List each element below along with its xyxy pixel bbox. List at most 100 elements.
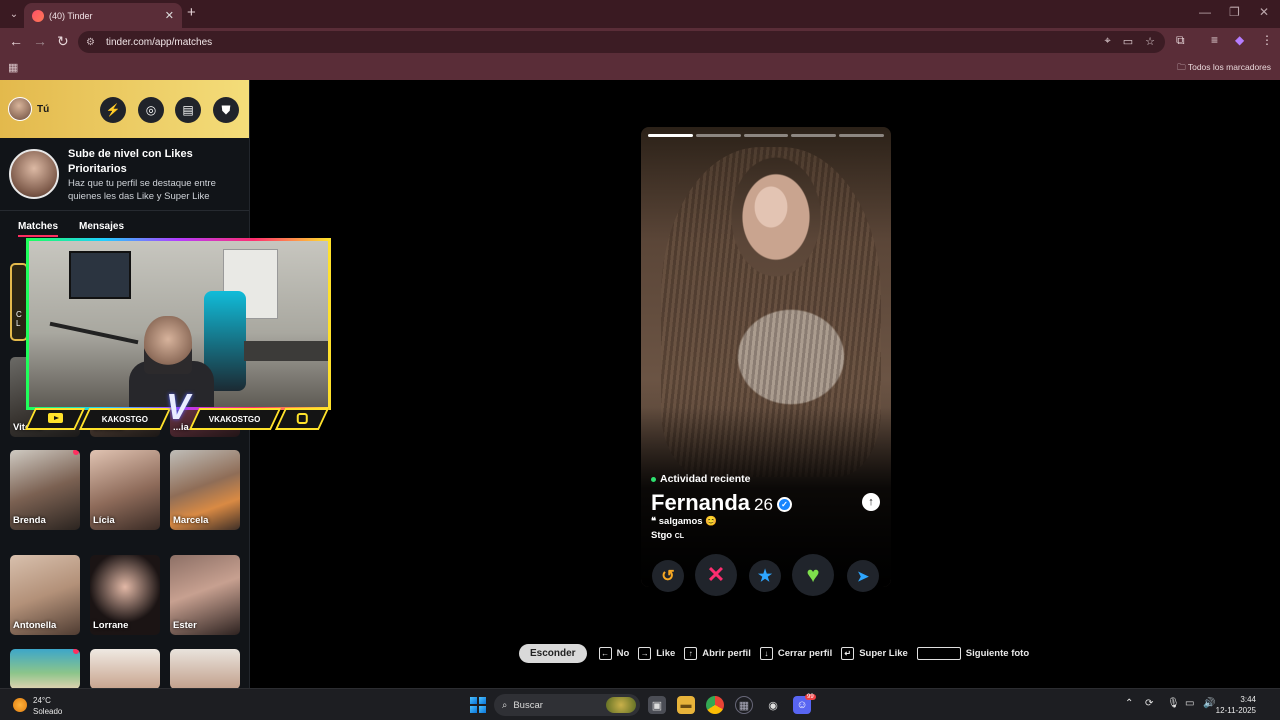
browser-tab[interactable]: (40) Tinder ✕ bbox=[24, 3, 182, 28]
site-info-icon[interactable]: ⚙ bbox=[86, 37, 100, 48]
all-bookmarks-button[interactable]: 🗀 Todos los marcadores bbox=[1177, 62, 1271, 76]
sun-icon[interactable] bbox=[13, 698, 27, 712]
match-card[interactable]: Antonella bbox=[10, 555, 80, 635]
bio-text: salgamos 😊 bbox=[658, 516, 718, 527]
photo-progress-segment[interactable] bbox=[791, 134, 837, 137]
match-card[interactable]: Brenda bbox=[10, 450, 80, 530]
photo-progress bbox=[648, 134, 884, 137]
weather-temp: 24°C bbox=[33, 696, 51, 705]
search-highlight-icon bbox=[606, 697, 636, 713]
super-like-button[interactable]: ★ bbox=[749, 560, 781, 592]
match-card[interactable]: Lícia bbox=[90, 450, 160, 530]
back-icon[interactable]: ← bbox=[9, 33, 23, 49]
match-card[interactable]: Lorrane bbox=[90, 555, 160, 635]
sidebar-header: Tú ⚡ ◎ ▤ ⛊ bbox=[0, 80, 249, 138]
weather-widget[interactable]: 24°C Soleado bbox=[33, 695, 62, 717]
tray-chevron-icon[interactable]: ⌃ bbox=[1125, 698, 1133, 709]
promo-subtitle: Haz que tu perfil se destaque entre quie… bbox=[68, 178, 216, 202]
open-profile-button[interactable]: ↑ bbox=[862, 493, 880, 511]
reload-icon[interactable]: ↻ bbox=[57, 33, 69, 50]
url-text: tinder.com/app/matches bbox=[106, 36, 213, 48]
right-tag: VKAKOSTGO bbox=[209, 414, 261, 424]
webcam-scene bbox=[244, 341, 328, 361]
explore-icon[interactable]: ◎ bbox=[138, 97, 164, 123]
bookmark-star-icon[interactable]: ☆ bbox=[1145, 35, 1155, 48]
photo-progress-segment[interactable] bbox=[695, 134, 741, 137]
address-bar[interactable]: ⚙ tinder.com/app/matches ⌖ ▭ ☆ bbox=[78, 31, 1165, 53]
start-button[interactable] bbox=[470, 697, 486, 713]
forward-icon[interactable]: → bbox=[33, 33, 47, 49]
sync-icon[interactable]: ⟳ bbox=[1145, 698, 1153, 709]
overlay-logo: V bbox=[166, 386, 191, 427]
work-mode-icon[interactable]: ▤ bbox=[175, 97, 201, 123]
restore-icon[interactable]: ❐ bbox=[1229, 5, 1240, 19]
shortcut-super-like: ↵ Super Like bbox=[841, 646, 908, 660]
hide-shortcuts-button[interactable]: Esconder bbox=[519, 643, 587, 663]
photo-progress-segment[interactable] bbox=[648, 134, 693, 137]
keyboard-shortcuts-bar: Esconder ← No → Like ↑ Abrir perfil ↓ Cerrar… bbox=[519, 643, 1038, 663]
promo-avatar bbox=[9, 149, 59, 199]
browser-titlebar: ⌄ (40) Tinder ✕ + — ❐ ✕ bbox=[0, 0, 1280, 28]
obs-icon[interactable]: ◉ bbox=[764, 696, 782, 714]
shortcut-label: Super Like bbox=[859, 647, 908, 659]
priority-likes-promo[interactable]: Sube de nivel con Likes Prioritarios Haz… bbox=[0, 138, 249, 211]
close-tab-icon[interactable]: ✕ bbox=[165, 9, 174, 22]
extensions-icon[interactable]: ⧉ bbox=[1176, 33, 1185, 48]
match-name: Marcela bbox=[173, 515, 209, 526]
like-button[interactable]: ♥ bbox=[792, 554, 834, 596]
webcam-scene bbox=[49, 321, 139, 345]
left-tag-plate: KAKOSTGO bbox=[78, 408, 172, 430]
new-tab-button[interactable]: + bbox=[187, 4, 196, 21]
match-card[interactable]: Marcela bbox=[170, 450, 240, 530]
tinder-favicon-icon bbox=[32, 9, 44, 22]
search-label: Buscar bbox=[513, 699, 543, 711]
clock-date: 12-11-2025 bbox=[1215, 706, 1256, 715]
task-view-icon[interactable]: ▣ bbox=[648, 696, 666, 714]
match-card[interactable] bbox=[170, 649, 240, 688]
promo-title: Sube de nivel con Likes Prioritarios bbox=[68, 148, 193, 175]
menu-icon[interactable]: ⋮ bbox=[1261, 33, 1273, 47]
shortcut-label: Like bbox=[656, 647, 676, 659]
chrome-icon[interactable] bbox=[706, 696, 724, 714]
tab-messages[interactable]: Mensajes bbox=[79, 221, 124, 232]
shortcut-nope: ← No bbox=[598, 646, 629, 660]
safety-shield-icon[interactable]: ⛊ bbox=[213, 97, 239, 123]
close-window-icon[interactable]: ✕ bbox=[1259, 5, 1269, 19]
taskbar-search[interactable]: ⌕ Buscar bbox=[494, 694, 640, 716]
match-card[interactable] bbox=[90, 649, 160, 688]
webcam-frame bbox=[26, 238, 331, 410]
left-key-icon: ← bbox=[598, 646, 612, 660]
profile-name: Fernanda bbox=[651, 490, 751, 515]
boost-icon[interactable]: ⚡ bbox=[100, 97, 126, 123]
location-icon[interactable]: ⌖ bbox=[1105, 35, 1111, 48]
my-avatar[interactable] bbox=[8, 97, 32, 121]
mic-icon[interactable]: 🎙 bbox=[1167, 698, 1180, 709]
instagram-plate bbox=[274, 408, 330, 430]
app-icon[interactable]: ▦ bbox=[735, 696, 753, 714]
photo-progress-segment[interactable] bbox=[839, 134, 884, 137]
apps-grid-icon[interactable]: ▦ bbox=[8, 61, 18, 74]
nope-button[interactable]: ✕ bbox=[695, 554, 737, 596]
match-card[interactable] bbox=[10, 649, 80, 688]
sidebar-tabs: Matches Mensajes bbox=[0, 211, 249, 237]
taskbar: 24°C Soleado ⌕ Buscar ▣ ▬ ▦ ◉ ☺ 99 ⌃ ⟳ 🎙… bbox=[0, 688, 1280, 720]
tab-matches[interactable]: Matches bbox=[18, 221, 59, 237]
profile-card[interactable]: Actividad reciente Fernanda 26 ✓ ↑ ❝ salga… bbox=[641, 127, 891, 587]
match-photo bbox=[90, 649, 160, 688]
boost-send-button[interactable]: ➤ bbox=[847, 560, 879, 592]
match-card[interactable]: Ester bbox=[170, 555, 240, 635]
reading-list-icon[interactable]: ≡ bbox=[1211, 33, 1218, 47]
profile-icon[interactable]: ◆ bbox=[1235, 33, 1244, 47]
cast-icon[interactable]: ▭ bbox=[1123, 35, 1133, 48]
file-explorer-icon[interactable]: ▬ bbox=[677, 696, 695, 714]
match-name: Antonella bbox=[13, 620, 57, 631]
rewind-button[interactable]: ↺ bbox=[652, 560, 684, 592]
clock[interactable]: 3:44 12-11-2025 bbox=[1216, 694, 1256, 716]
activity-label: Actividad reciente bbox=[660, 473, 751, 485]
minimize-icon[interactable]: — bbox=[1199, 5, 1211, 19]
webcam-scene bbox=[69, 251, 131, 299]
network-icon[interactable]: ▭ bbox=[1185, 698, 1194, 709]
my-profile-label[interactable]: Tú bbox=[37, 104, 49, 115]
photo-progress-segment[interactable] bbox=[743, 134, 789, 137]
volume-icon[interactable]: 🔊 bbox=[1203, 698, 1215, 709]
